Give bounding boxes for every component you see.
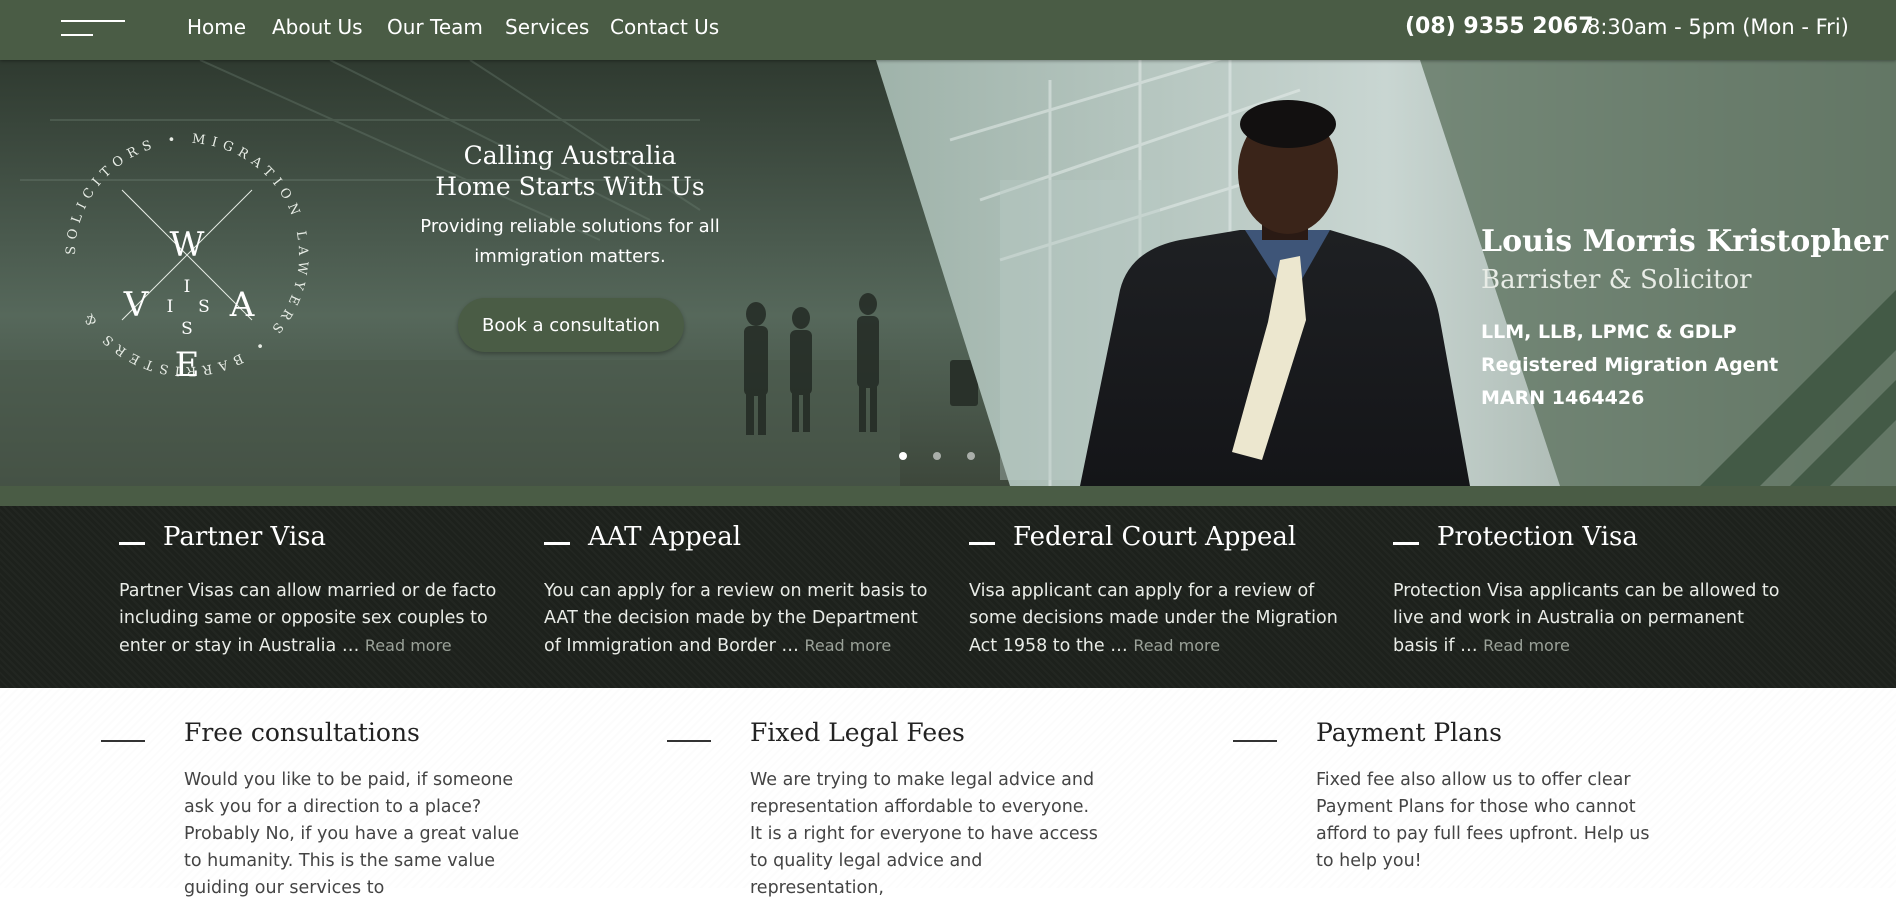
nav-contact-us[interactable]: Contact Us bbox=[610, 15, 719, 39]
service-description: Partner Visas can allow married or de fa… bbox=[119, 581, 497, 656]
feature-description: Would you like to be paid, if someone as… bbox=[184, 770, 520, 898]
feature-fixed-legal-fees: Fixed Legal Fees We are trying to make l… bbox=[667, 718, 1100, 902]
nav-home[interactable]: Home bbox=[187, 15, 246, 39]
dash-icon bbox=[969, 542, 995, 545]
read-more-link[interactable]: Read more bbox=[804, 636, 891, 655]
read-more-link[interactable]: Read more bbox=[1133, 636, 1220, 655]
hero-headline-line1: Calling Australia bbox=[463, 141, 677, 170]
logo-letter-i-top: I bbox=[184, 277, 191, 297]
feature-payment-plans: Payment Plans Fixed fee also allow us to… bbox=[1233, 718, 1666, 875]
logo-letter-i-left: I bbox=[167, 297, 174, 317]
services-band: Partner Visa Partner Visas can allow mar… bbox=[0, 506, 1896, 688]
dash-icon bbox=[1233, 740, 1277, 742]
agent-credential-registration: Registered Migration Agent bbox=[1481, 354, 1779, 376]
logo-letter-v: V bbox=[123, 285, 150, 325]
service-title: Partner Visa bbox=[163, 522, 327, 552]
nav-our-team[interactable]: Our Team bbox=[387, 15, 483, 39]
slide-dot-1[interactable] bbox=[899, 452, 907, 460]
divider-strip bbox=[0, 486, 1896, 506]
service-title: AAT Appeal bbox=[588, 522, 742, 552]
service-description: Visa applicant can apply for a review of… bbox=[969, 581, 1338, 656]
service-partner-visa: Partner Visa Partner Visas can allow mar… bbox=[119, 522, 509, 660]
read-more-link[interactable]: Read more bbox=[1483, 636, 1570, 655]
book-consultation-button[interactable]: Book a consultation bbox=[458, 298, 684, 352]
features-section: Free consultations Would you like to be … bbox=[0, 688, 1896, 898]
hero-headline-line2: Home Starts With Us bbox=[435, 172, 705, 201]
logo-letter-s-bottom: S bbox=[181, 319, 193, 339]
logo-letter-w: W bbox=[170, 225, 205, 265]
menu-icon[interactable] bbox=[61, 20, 127, 40]
feature-description: Fixed fee also allow us to offer clear P… bbox=[1316, 770, 1650, 871]
slide-dot-3[interactable] bbox=[967, 452, 975, 460]
nav-about-us[interactable]: About Us bbox=[272, 15, 363, 39]
hero-subtext: Providing reliable solutions for all imm… bbox=[420, 216, 720, 267]
slide-dot-2[interactable] bbox=[933, 452, 941, 460]
service-protection-visa: Protection Visa Protection Visa applican… bbox=[1393, 522, 1783, 660]
feature-free-consultations: Free consultations Would you like to be … bbox=[101, 718, 534, 902]
logo-letter-e: E bbox=[175, 345, 200, 385]
feature-title: Free consultations bbox=[184, 718, 420, 747]
dash-icon bbox=[667, 740, 711, 742]
service-description: Protection Visa applicants can be allowe… bbox=[1393, 581, 1780, 656]
top-nav: Home About Us Our Team Services Contact … bbox=[0, 0, 1896, 60]
dash-icon bbox=[101, 740, 145, 742]
service-title: Federal Court Appeal bbox=[1013, 522, 1297, 552]
phone-number[interactable]: (08) 9355 2067 bbox=[1405, 14, 1594, 39]
read-more-link[interactable]: Read more bbox=[365, 636, 452, 655]
agent-info: Louis Morris Kristopher Barrister & Soli… bbox=[1481, 222, 1888, 415]
logo-letter-s-right: S bbox=[198, 297, 210, 317]
hero-slider: SOLICITORS • MIGRATION LAWYERS • BARRIST… bbox=[0, 60, 1896, 486]
nav-services[interactable]: Services bbox=[505, 15, 589, 39]
service-aat-appeal: AAT Appeal You can apply for a review on… bbox=[544, 522, 934, 660]
hero-text-block: Calling Australia Home Starts With Us Pr… bbox=[400, 140, 740, 272]
dash-icon bbox=[119, 542, 145, 545]
logo-letter-a: A bbox=[229, 285, 255, 325]
agent-name: Louis Morris Kristopher bbox=[1481, 224, 1888, 259]
feature-description: We are trying to make legal advice and r… bbox=[750, 770, 1098, 898]
dash-icon bbox=[544, 542, 570, 545]
feature-title: Fixed Legal Fees bbox=[750, 718, 965, 747]
feature-title: Payment Plans bbox=[1316, 718, 1502, 747]
agent-credential-marn: MARN 1464426 bbox=[1481, 387, 1645, 409]
dash-icon bbox=[1393, 542, 1419, 545]
service-title: Protection Visa bbox=[1437, 522, 1638, 552]
visa-wise-logo: SOLICITORS • MIGRATION LAWYERS • BARRIST… bbox=[64, 132, 304, 385]
agent-title: Barrister & Solicitor bbox=[1481, 265, 1752, 295]
agent-credential-degrees: LLM, LLB, LPMC & GDLP bbox=[1481, 321, 1737, 343]
service-description: You can apply for a review on merit basi… bbox=[544, 581, 928, 656]
office-hours: 8:30am - 5pm (Mon - Fri) bbox=[1587, 15, 1849, 39]
service-federal-court-appeal: Federal Court Appeal Visa applicant can … bbox=[969, 522, 1359, 660]
